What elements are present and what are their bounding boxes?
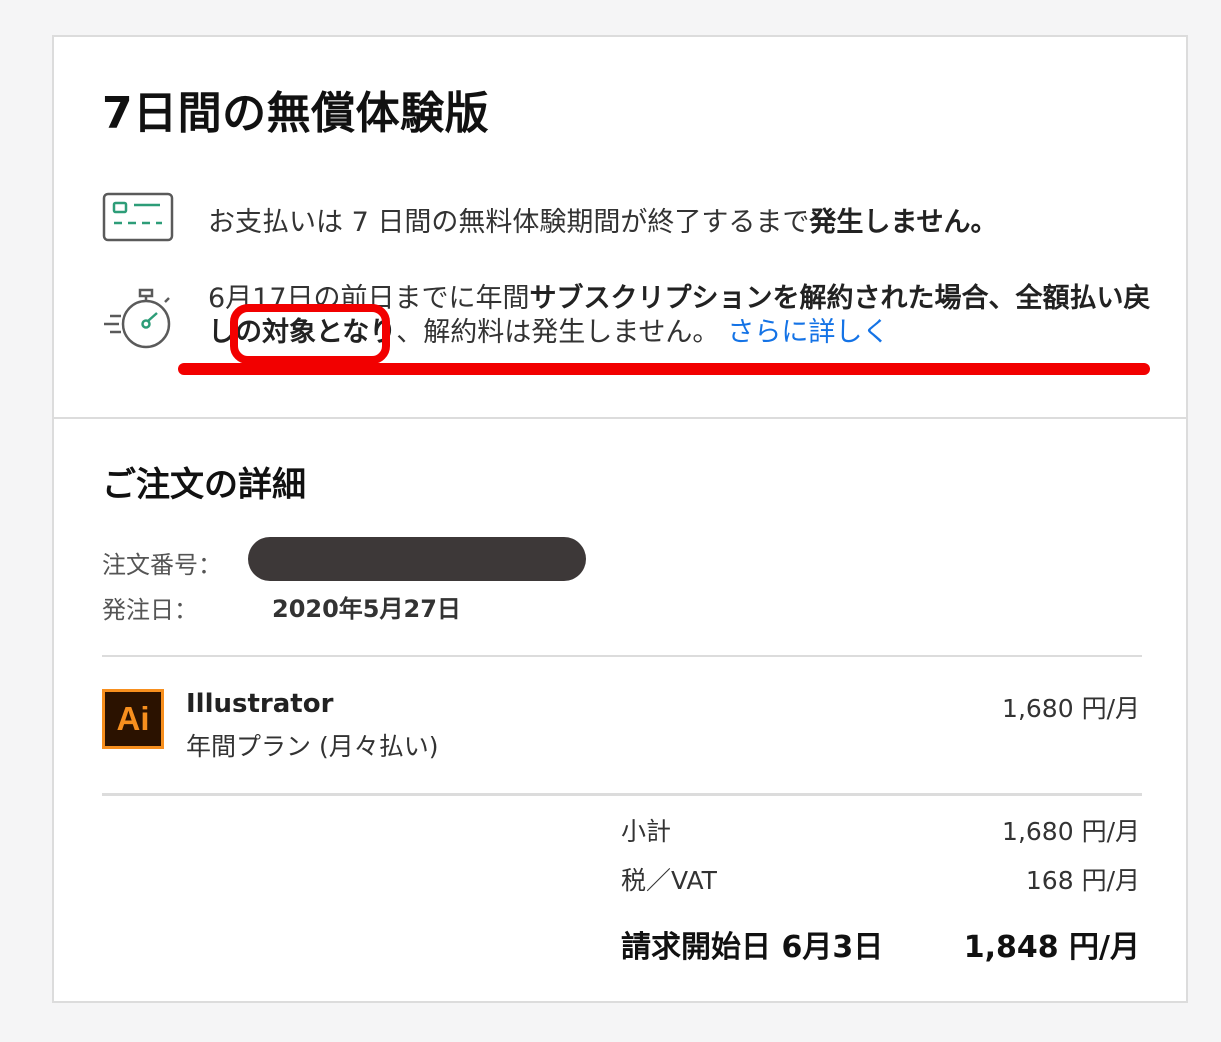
- cancel-date: 6月17日: [208, 283, 314, 314]
- section-divider: [54, 417, 1186, 419]
- payment-note: お支払いは 7 日間の無料体験期間が終了するまで発生しません。: [208, 200, 998, 239]
- learn-more-link[interactable]: さらに詳しく: [727, 317, 889, 348]
- stopwatch-icon: [104, 288, 171, 349]
- tax-label: 税／VAT: [621, 866, 717, 895]
- cancellation-note: 6月17日の前日までに年間サブスクリプションを解約された場合、全額払い戻しの対象…: [208, 282, 1160, 350]
- cancel-text-2: 、解約料は発生しません。: [396, 317, 720, 348]
- credit-card-icon: [102, 192, 174, 242]
- product-price: 1,680 円/月: [1002, 694, 1140, 723]
- trial-title: 7日間の無償体験版: [102, 88, 490, 139]
- order-date-value: 2020年5月27日: [272, 595, 461, 623]
- payment-note-text: お支払いは 7 日間の無料体験期間が終了するまで: [208, 207, 810, 238]
- redacted-order-number: [248, 537, 586, 581]
- cancellation-row: 6月17日の前日までに年間サブスクリプションを解約された場合、全額払い戻しの対象…: [102, 282, 1162, 364]
- subtotal-label: 小計: [621, 817, 672, 846]
- tax-value: 168 円/月: [1025, 866, 1140, 895]
- product-plan: 年間プラン (月々払い): [186, 732, 439, 761]
- illustrator-logo: Ai: [102, 689, 164, 749]
- product-name: Illustrator: [186, 689, 334, 719]
- billing-total: 1,848 円/月: [963, 930, 1140, 965]
- order-number-label: 注文番号：: [102, 551, 222, 579]
- red-underline-annotation: [178, 363, 1150, 375]
- totals-divider: [102, 793, 1142, 796]
- subtotal-value: 1,680 円/月: [1002, 817, 1140, 846]
- order-card: 7日間の無償体験版 お支払いは 7 日間の無料体験期間が終了するまで発生しません…: [52, 35, 1188, 1003]
- order-date-label: 発注日：: [102, 596, 198, 624]
- payment-note-row: お支払いは 7 日間の無料体験期間が終了するまで発生しません。: [102, 192, 1162, 242]
- cancel-text-1: の前日までに年間: [313, 283, 530, 314]
- billing-start-label: 請求開始日 6月3日: [621, 930, 884, 965]
- payment-note-emphasis: 発生しません。: [809, 207, 998, 238]
- order-details-title: ご注文の詳細: [102, 465, 306, 505]
- line-items-divider: [102, 655, 1142, 657]
